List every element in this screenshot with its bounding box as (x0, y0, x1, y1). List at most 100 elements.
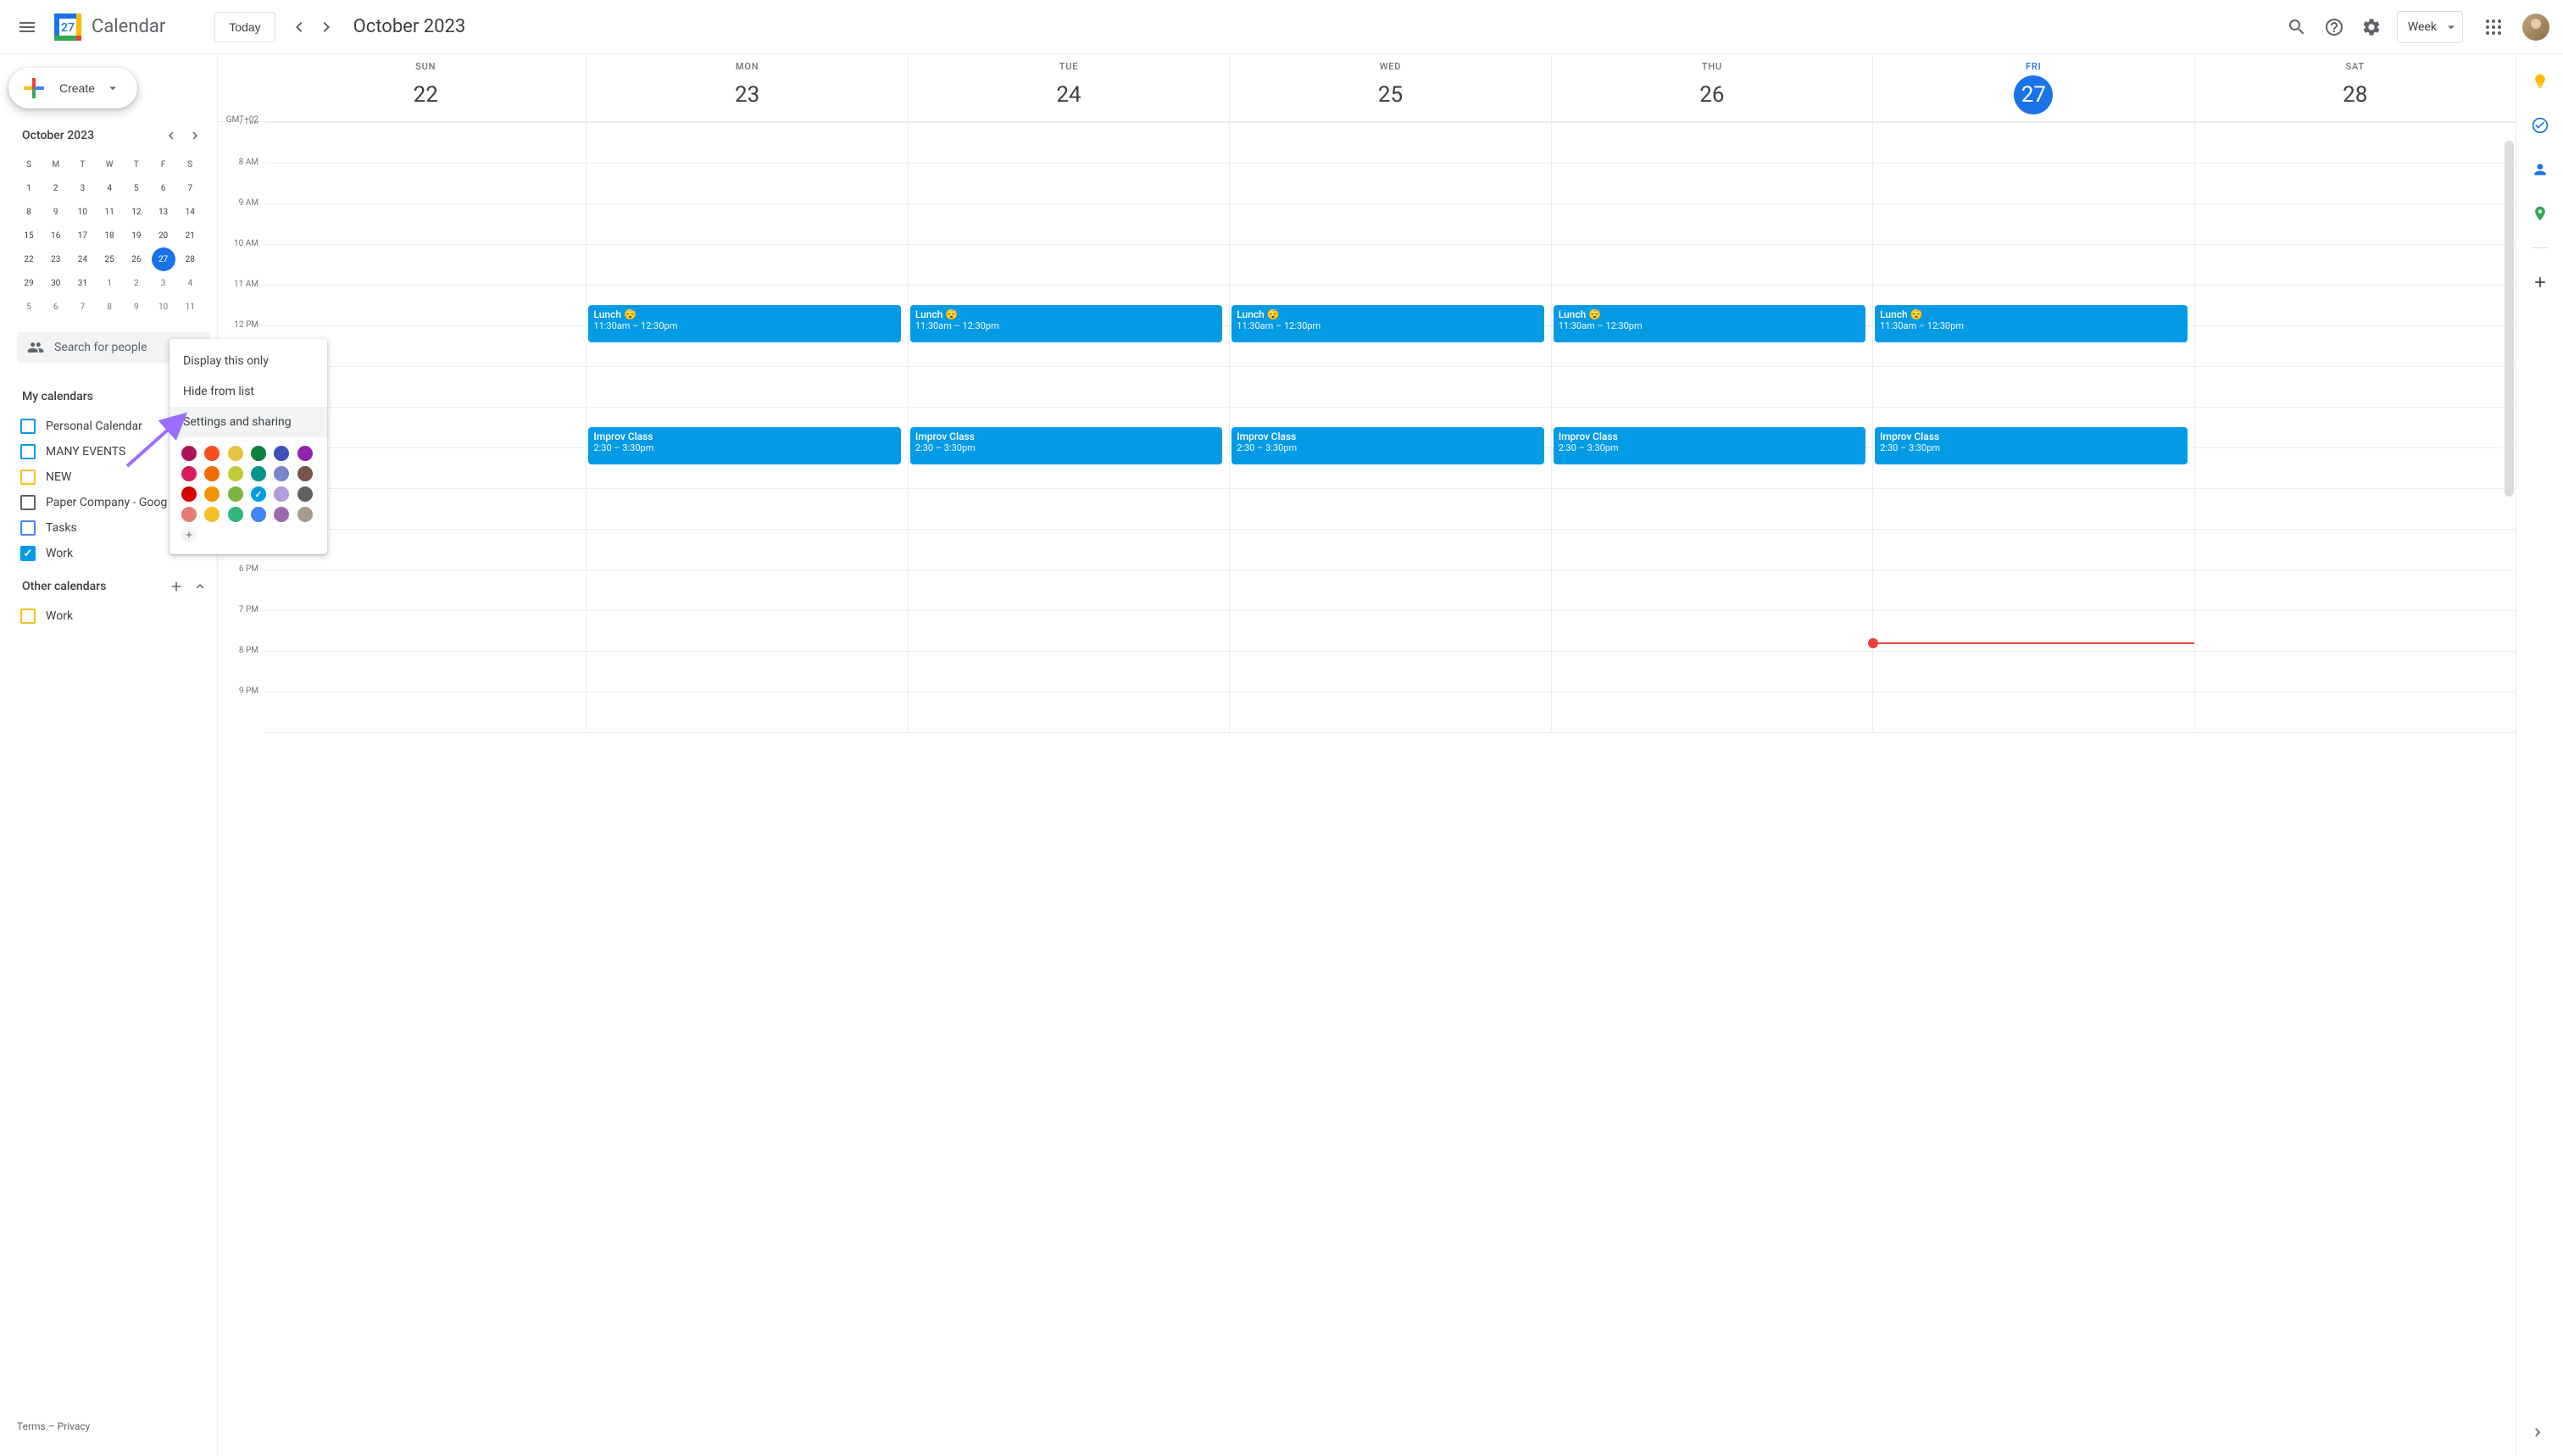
color-swatch[interactable] (204, 486, 220, 502)
mini-day[interactable]: 28 (178, 247, 202, 271)
color-swatch[interactable] (274, 466, 289, 481)
mini-day[interactable]: 6 (152, 176, 175, 200)
mini-day[interactable]: 2 (125, 271, 148, 295)
calendar-event[interactable]: Lunch 😴11:30am – 12:30pm (588, 305, 900, 342)
mini-day[interactable]: 22 (17, 247, 41, 271)
date-number[interactable]: 23 (728, 75, 767, 114)
mini-day[interactable]: 15 (17, 224, 41, 247)
calendar-checkbox[interactable] (20, 470, 36, 485)
ctx-settings-sharing[interactable]: Settings and sharing (170, 407, 327, 437)
mini-day[interactable]: 8 (17, 200, 41, 224)
mini-day[interactable]: 4 (178, 271, 202, 295)
mini-day[interactable]: 5 (125, 176, 148, 200)
mini-day[interactable]: 29 (17, 271, 41, 295)
date-number[interactable]: 25 (1370, 75, 1409, 114)
scrollbar-thumb[interactable] (2505, 141, 2514, 497)
mini-prev-button[interactable] (161, 125, 181, 146)
mini-day[interactable]: 30 (44, 271, 68, 295)
add-custom-color-button[interactable] (181, 527, 197, 542)
add-other-calendar-button[interactable] (166, 576, 186, 597)
color-swatch[interactable] (297, 507, 313, 522)
calendar-checkbox[interactable] (20, 495, 36, 510)
mini-day[interactable]: 25 (97, 247, 121, 271)
next-period-button[interactable] (313, 14, 340, 41)
color-swatch[interactable] (181, 507, 197, 522)
search-button[interactable] (2280, 10, 2314, 44)
calendar-item[interactable]: Work (17, 603, 217, 629)
mini-day[interactable]: 3 (152, 271, 175, 295)
terms-link[interactable]: Terms (17, 1420, 46, 1432)
mini-day[interactable]: 21 (178, 224, 202, 247)
hide-side-panel-button[interactable] (2524, 1419, 2551, 1446)
today-button[interactable]: Today (214, 12, 275, 42)
calendar-checkbox[interactable] (20, 520, 36, 536)
color-swatch[interactable] (181, 466, 197, 481)
other-calendars-toggle[interactable]: Other calendars (17, 566, 217, 603)
ctx-hide[interactable]: Hide from list (170, 376, 327, 407)
privacy-link[interactable]: Privacy (58, 1420, 91, 1432)
color-swatch[interactable] (228, 446, 243, 461)
day-column[interactable] (2194, 122, 2516, 732)
calendar-event[interactable]: Improv Class2:30 – 3:30pm (1875, 427, 2187, 464)
mini-day[interactable]: 2 (44, 176, 68, 200)
support-button[interactable] (2317, 10, 2351, 44)
get-addons-button[interactable] (2523, 265, 2557, 299)
maps-button[interactable] (2523, 197, 2557, 231)
tasks-button[interactable] (2523, 108, 2557, 142)
color-swatch[interactable] (251, 507, 266, 522)
calendar-event[interactable]: Lunch 😴11:30am – 12:30pm (1875, 305, 2187, 342)
mini-day[interactable]: 9 (44, 200, 68, 224)
mini-day[interactable]: 11 (97, 200, 121, 224)
mini-day[interactable]: 26 (125, 247, 148, 271)
calendar-checkbox[interactable] (20, 419, 36, 434)
color-swatch[interactable] (274, 446, 289, 461)
settings-button[interactable] (2355, 10, 2388, 44)
color-swatch[interactable] (204, 446, 220, 461)
color-swatch[interactable] (251, 446, 266, 461)
view-switcher[interactable]: Week (2397, 11, 2463, 43)
prev-period-button[interactable] (286, 14, 313, 41)
day-column[interactable]: Lunch 😴11:30am – 12:30pmImprov Class2:30… (1551, 122, 1872, 732)
color-swatch[interactable] (274, 507, 289, 522)
color-swatch[interactable] (228, 466, 243, 481)
scrollbar[interactable] (2503, 124, 2516, 1456)
color-swatch[interactable] (204, 507, 220, 522)
contacts-button[interactable] (2523, 153, 2557, 186)
day-column[interactable]: Lunch 😴11:30am – 12:30pmImprov Class2:30… (586, 122, 907, 732)
keep-button[interactable] (2523, 64, 2557, 98)
calendar-event[interactable]: Lunch 😴11:30am – 12:30pm (1554, 305, 1865, 342)
mini-day[interactable]: 6 (44, 295, 68, 319)
mini-day[interactable]: 4 (97, 176, 121, 200)
mini-day[interactable]: 10 (152, 295, 175, 319)
mini-day[interactable]: 20 (152, 224, 175, 247)
mini-day[interactable]: 7 (70, 295, 94, 319)
mini-day[interactable]: 13 (152, 200, 175, 224)
day-column[interactable]: Lunch 😴11:30am – 12:30pm Improv Class2:30… (1872, 122, 2193, 732)
mini-day[interactable]: 1 (97, 271, 121, 295)
mini-day[interactable]: 17 (70, 224, 94, 247)
mini-day[interactable]: 19 (125, 224, 148, 247)
mini-day[interactable]: 31 (70, 271, 94, 295)
mini-day[interactable]: 18 (97, 224, 121, 247)
day-column[interactable]: Lunch 😴11:30am – 12:30pm Improv Class2:30… (908, 122, 1229, 732)
mini-day[interactable]: 12 (125, 200, 148, 224)
calendar-event[interactable]: Improv Class2:30 – 3:30pm (910, 427, 1222, 464)
calendar-event[interactable]: Lunch 😴11:30am – 12:30pm (910, 305, 1222, 342)
mini-day[interactable]: 5 (17, 295, 41, 319)
date-number[interactable]: 26 (1693, 75, 1732, 114)
account-avatar[interactable] (2522, 14, 2549, 41)
mini-day[interactable]: 1 (17, 176, 41, 200)
calendar-checkbox[interactable] (20, 546, 36, 561)
color-swatch[interactable] (228, 507, 243, 522)
google-apps-button[interactable] (2477, 10, 2510, 44)
color-swatch[interactable] (181, 486, 197, 502)
color-swatch[interactable] (251, 466, 266, 481)
calendar-checkbox[interactable] (20, 609, 36, 624)
mini-day[interactable]: 3 (70, 176, 94, 200)
color-swatch[interactable] (297, 466, 313, 481)
date-number[interactable]: 22 (406, 75, 445, 114)
mini-day[interactable]: 9 (125, 295, 148, 319)
mini-day[interactable]: 7 (178, 176, 202, 200)
create-button[interactable]: Create (8, 68, 137, 108)
main-menu-button[interactable] (7, 7, 47, 47)
